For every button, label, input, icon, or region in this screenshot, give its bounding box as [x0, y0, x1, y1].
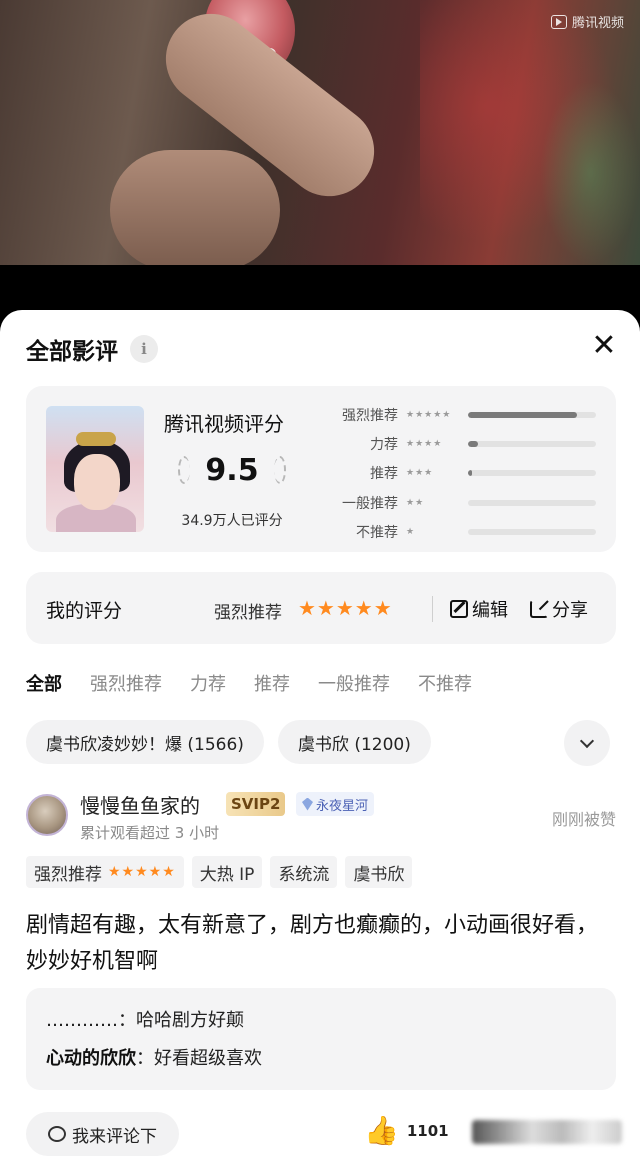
reply: 心动的欣欣：好看超级喜欢 [46, 1040, 596, 1078]
distribution-bar [468, 499, 596, 506]
distribution-row: 一般推荐 ★★ [326, 488, 598, 517]
replies-box[interactable]: …………：哈哈剧方好颠 心动的欣欣：好看超级喜欢 [26, 988, 616, 1090]
share-label: 分享 [552, 600, 588, 621]
distribution-stars-icon: ★ [406, 526, 416, 537]
gem-icon [302, 797, 313, 811]
tab-recommend[interactable]: 推荐 [254, 670, 290, 696]
distribution-label: 强烈推荐 [342, 407, 398, 424]
poster-figure-face [74, 454, 120, 510]
edit-label: 编辑 [472, 600, 508, 621]
distribution-row: 强烈推荐 ★★★★★ [326, 400, 598, 429]
rating-tag: 强烈推荐 ★★★★★ [26, 856, 184, 888]
overall-score: 9.5 [205, 452, 259, 488]
my-rating-card: 我的评分 强烈推荐 ★★★★★ 编辑 分享 [26, 572, 616, 644]
fan-badge-label: 永夜星河 [316, 798, 369, 814]
topic-chip[interactable]: 虞书欣 (1200) [277, 720, 431, 764]
reviews-sheet: 全部影评 i ✕ 腾讯视频评分 9.5 34.9万人已评分 强烈推荐 ★★★★★… [0, 310, 640, 1156]
comment-button-label: 我来评论下 [72, 1126, 157, 1147]
laurel-right-icon [274, 456, 286, 484]
comment-button[interactable]: 我来评论下 [26, 1112, 179, 1156]
distribution-bar-fill [468, 411, 577, 418]
rating-distribution: 强烈推荐 ★★★★★ 力荐 ★★★★ 推荐 ★★★ 一般推荐 ★★ 不推荐 ★ [326, 400, 598, 546]
like-button[interactable]: 👍 1101 [364, 1116, 449, 1146]
tencent-video-logo-icon [550, 14, 567, 29]
thumbs-up-icon: 👍 [364, 1114, 399, 1147]
distribution-label: 不推荐 [356, 524, 398, 541]
laurel-left-icon [178, 456, 190, 484]
distribution-row: 推荐 ★★★ [326, 459, 598, 488]
sheet-title: 全部影评 [26, 339, 118, 365]
liked-status: 刚刚被赞 [551, 810, 616, 829]
rating-stars-icon: ★★★★★ [108, 864, 176, 880]
distribution-stars-icon: ★★ [406, 497, 425, 508]
tab-all[interactable]: 全部 [26, 670, 62, 696]
edit-button[interactable]: 编辑 [450, 596, 508, 622]
distribution-label: 推荐 [370, 466, 398, 483]
review-tag[interactable]: 系统流 [270, 856, 338, 888]
video-frame-hand [110, 150, 280, 265]
comment-bubble-icon [48, 1126, 66, 1142]
share-icon [530, 600, 548, 618]
my-rating-level: 强烈推荐 [214, 603, 282, 623]
review-tags: 强烈推荐 ★★★★★ 大热 IP 系统流 虞书欣 [26, 856, 413, 888]
topic-chip[interactable]: 虞书欣凌妙妙！爆 (1566) [26, 720, 264, 764]
distribution-row: 力荐 ★★★★ [326, 429, 598, 458]
distribution-row: 不推荐 ★ [326, 517, 598, 546]
distribution-label: 力荐 [370, 436, 398, 453]
watch-time: 累计观看超过 3 小时 [80, 824, 220, 842]
distribution-bar [468, 528, 596, 535]
fan-badge[interactable]: 永夜星河 [296, 792, 375, 816]
distribution-stars-icon: ★★★ [406, 468, 434, 479]
distribution-label: 一般推荐 [342, 495, 398, 512]
distribution-stars-icon: ★★★★★ [406, 409, 452, 420]
review-tag[interactable]: 虞书欣 [345, 856, 413, 888]
reply-author: ………… [46, 1010, 118, 1031]
rating-tag-label: 强烈推荐 [34, 864, 102, 885]
score-display: 9.5 [178, 448, 286, 492]
reviewer-name[interactable]: 慢慢鱼鱼家的 [80, 790, 200, 819]
distribution-bar-fill [468, 440, 479, 447]
tab-not-recommend[interactable]: 不推荐 [418, 670, 472, 696]
tab-average[interactable]: 一般推荐 [318, 670, 390, 696]
like-count: 1101 [406, 1122, 449, 1140]
my-rating-label: 我的评分 [46, 600, 123, 622]
blurred-content [472, 1120, 622, 1144]
platform-rating-title: 腾讯视频评分 [164, 412, 284, 436]
share-button[interactable]: 分享 [530, 596, 588, 622]
edit-icon [450, 600, 468, 618]
chevron-down-icon [579, 733, 595, 749]
topic-chips: 虞书欣凌妙妙！爆 (1566) 虞书欣 (1200) [26, 720, 431, 764]
distribution-bar [468, 470, 596, 477]
close-button[interactable]: ✕ [590, 331, 618, 361]
tab-strongly-recommend[interactable]: 强烈推荐 [90, 670, 162, 696]
svip-badge: SVIP2 [226, 792, 286, 816]
distribution-stars-icon: ★★★★ [406, 438, 443, 449]
avatar[interactable] [26, 794, 68, 836]
review-text: 剧情超有趣，太有新意了，剧方也癫癫的，小动画很好看，妙妙好机智啊 [26, 913, 599, 974]
expand-chips-button[interactable] [564, 720, 610, 766]
poster-figure-crown [76, 432, 116, 446]
tab-highly-recommend[interactable]: 力荐 [190, 670, 226, 696]
reply-author: 心动的欣欣 [46, 1048, 136, 1069]
review-tag[interactable]: 大热 IP [191, 856, 263, 888]
info-icon[interactable]: i [130, 335, 158, 363]
tencent-video-watermark: 腾讯视频 [550, 12, 624, 31]
filter-tabs: 全部 强烈推荐 力荐 推荐 一般推荐 不推荐 [26, 670, 472, 696]
distribution-bar-fill [468, 470, 472, 477]
distribution-bar [468, 440, 596, 447]
score-card: 腾讯视频评分 9.5 34.9万人已评分 强烈推荐 ★★★★★ 力荐 ★★★★ … [26, 386, 616, 552]
watermark-text: 腾讯视频 [571, 16, 624, 31]
sheet-header: 全部影评 i [26, 332, 158, 366]
reply-text: ：好看超级喜欢 [136, 1048, 262, 1069]
reply-text: ：哈哈剧方好颠 [118, 1010, 244, 1031]
rated-count: 34.9万人已评分 [181, 513, 283, 529]
video-background-bokeh-green [540, 80, 640, 265]
video-player[interactable]: 腾讯视频 [0, 0, 640, 265]
my-rating-stars-icon[interactable]: ★★★★★ [298, 596, 393, 620]
reply: …………：哈哈剧方好颠 [46, 1002, 596, 1040]
distribution-bar [468, 411, 596, 418]
drama-poster[interactable] [46, 406, 144, 532]
divider [432, 596, 433, 622]
